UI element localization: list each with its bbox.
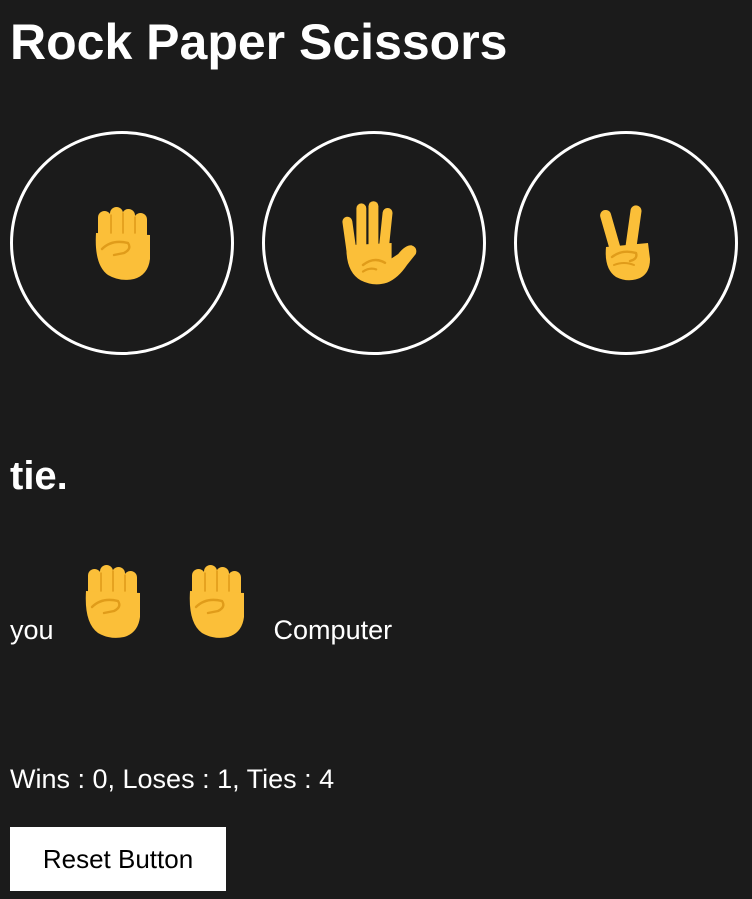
raised-fist-icon [82,203,162,283]
matchup-row: you Computer [10,568,392,648]
scissors-button[interactable] [514,131,738,355]
page-title: Rock Paper Scissors [10,14,508,70]
choice-buttons [10,131,738,355]
score-text: Wins : 0, Loses : 1, Ties : 4 [10,764,335,794]
computer-label: Computer [273,615,393,645]
computer-choice-raised-fist-icon [176,561,256,648]
player-label: you [10,615,54,645]
result-text: tie. [10,454,68,498]
victory-hand-icon [586,195,666,291]
raised-hand-icon [330,195,418,291]
rock-button[interactable] [10,131,234,355]
reset-button[interactable]: Reset Button [10,827,226,891]
player-choice-raised-fist-icon [72,561,152,648]
paper-button[interactable] [262,131,486,355]
